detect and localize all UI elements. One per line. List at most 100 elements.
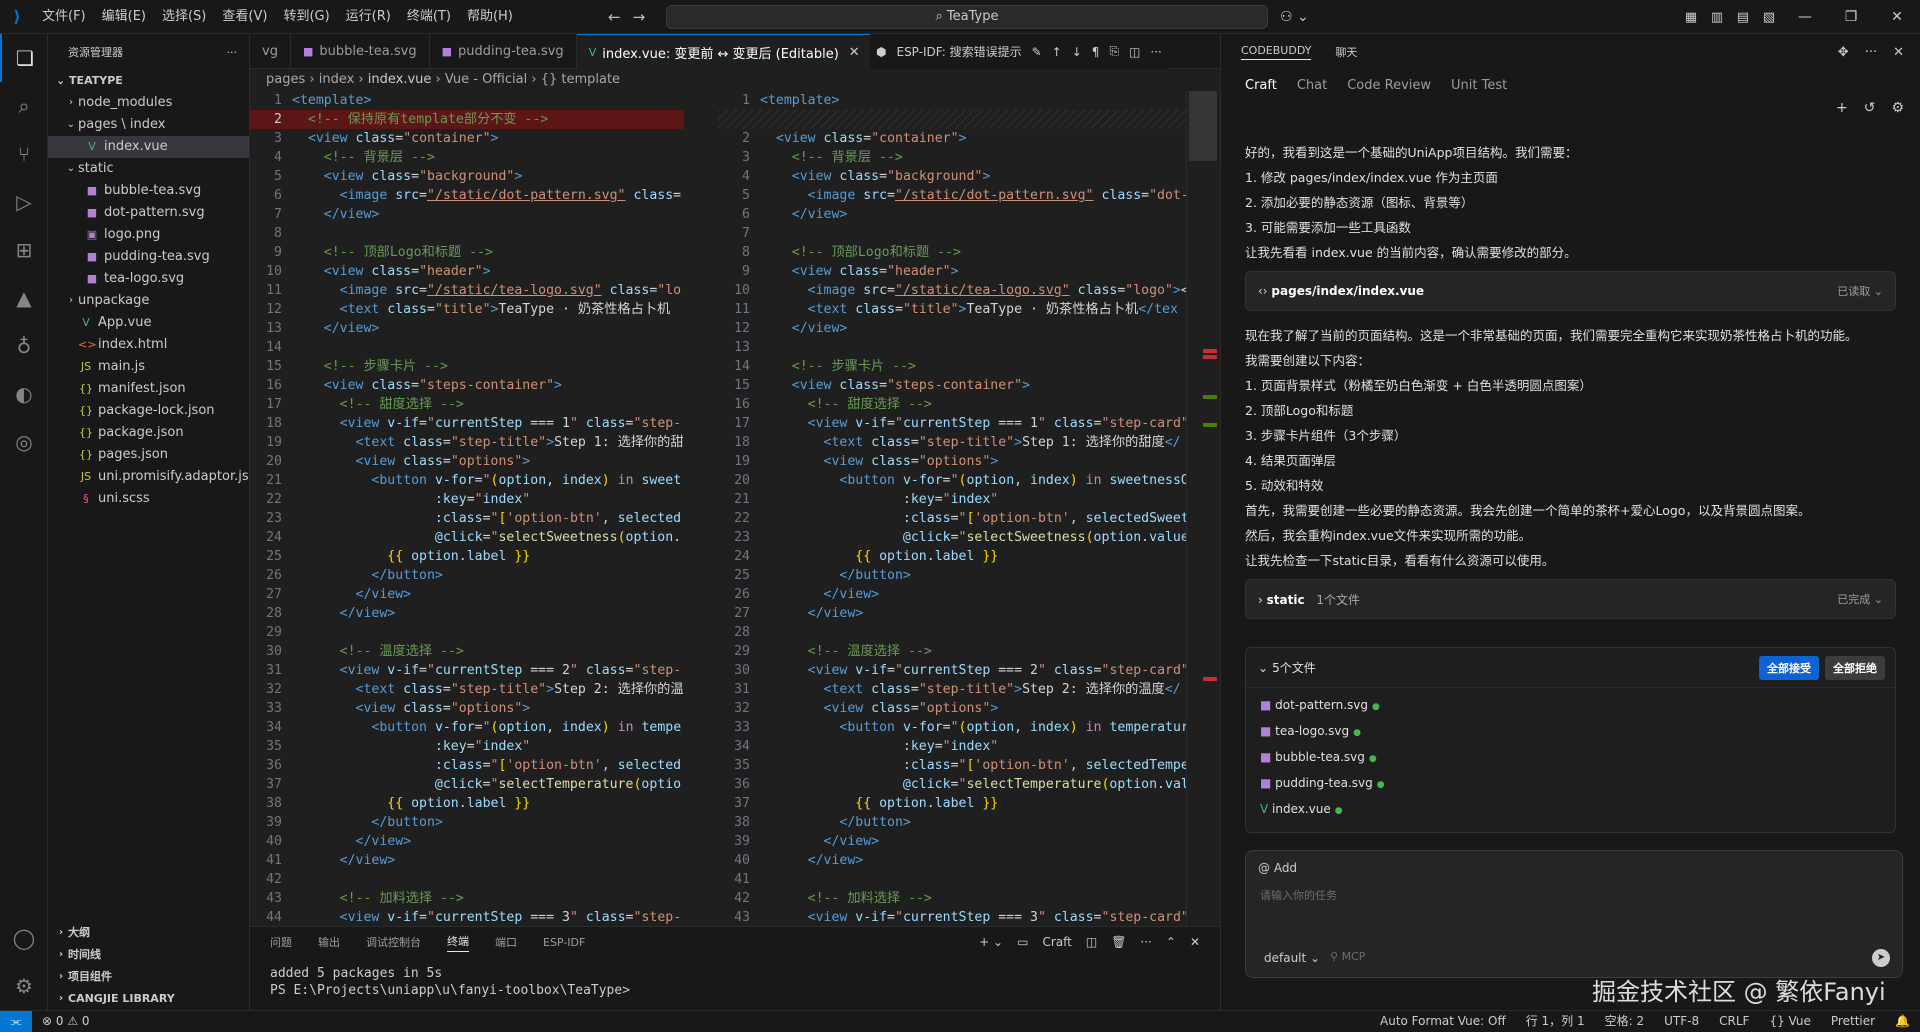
editor-tab[interactable]: ■ bubble-tea.svg (291, 34, 430, 69)
scroll-thumb[interactable] (1189, 91, 1217, 161)
editor-tab[interactable]: Vindex.vue: 变更前 ↔ 变更后 (Editable) ✕ (576, 34, 873, 69)
tab-codebuddy[interactable]: CODEBUDDY (1241, 44, 1312, 60)
toggle-sidebar-icon[interactable]: ▥ (1704, 10, 1730, 25)
minimize-icon[interactable]: — (1782, 9, 1828, 25)
menu-item[interactable]: 查看(V) (214, 0, 275, 34)
tree-item[interactable]: ▣ logo.png (48, 224, 249, 246)
breadcrumb-item[interactable]: {} template (541, 72, 620, 87)
esp-idf-icon[interactable]: ♁ (0, 322, 48, 370)
mcp-button[interactable]: ⚲ MCP (1330, 950, 1365, 963)
chat-mode-tab[interactable]: Craft (1245, 78, 1277, 93)
search-view-icon[interactable]: ⌕ (0, 82, 48, 130)
craft-terminal-label[interactable]: Craft (1042, 935, 1071, 949)
tree-item[interactable]: <> index.html (48, 334, 249, 356)
panel-tab[interactable]: 输出 (318, 934, 340, 950)
menu-item[interactable]: 文件(F) (34, 0, 94, 34)
status-item[interactable]: Auto Format Vue: Off (1380, 1011, 1506, 1032)
breadcrumb-item[interactable]: Vue - Official (445, 72, 527, 87)
more-actions-icon[interactable]: ··· (1140, 935, 1151, 949)
tree-item[interactable]: ⌄ pages \ index (48, 114, 249, 136)
menu-item[interactable]: 终端(T) (399, 0, 459, 34)
menu-item[interactable]: 编辑(E) (94, 0, 154, 34)
add-context-button[interactable]: @ Add (1258, 861, 1297, 875)
sidebar-section[interactable]: › 大纲 (48, 922, 249, 944)
close-icon[interactable]: ✕ (849, 45, 860, 60)
status-item[interactable]: {} Vue (1769, 1011, 1810, 1032)
sidebar-section[interactable]: › 项目组件 (48, 966, 249, 988)
terminal-output[interactable]: added 5 packages in 5s PS E:\Projects\uni… (250, 957, 1220, 1007)
menu-item[interactable]: 选择(S) (154, 0, 214, 34)
tab-chat[interactable]: 聊天 (1335, 44, 1357, 60)
task-input-placeholder[interactable]: 请输入你的任务 (1260, 887, 1337, 903)
diff-modified-pane[interactable]: 1 <template> 2 <view class="container"> 3 <… (718, 91, 1186, 926)
espressif-icon[interactable]: ◎ (0, 418, 48, 466)
chevron-down-icon[interactable]: ⌄ (1258, 661, 1268, 675)
panel-tab[interactable]: 问题 (270, 934, 292, 950)
codebuddy-icon[interactable]: ◐ (0, 370, 48, 418)
folder-card[interactable]: › static 1个文件 已完成 ⌄ (1245, 579, 1896, 619)
open-file-icon[interactable]: ⎘ (1109, 44, 1119, 59)
toggle-secondary-sidebar-icon[interactable]: ▧ (1756, 10, 1782, 25)
tree-item[interactable]: › node_modules (48, 92, 249, 114)
changed-file-item[interactable]: ■ dot-pattern.svg ● (1246, 692, 1895, 718)
panel-tab[interactable]: 终端 (447, 933, 469, 952)
changed-file-item[interactable]: V index.vue ● (1246, 796, 1895, 822)
tree-item[interactable]: ■ pudding-tea.svg (48, 246, 249, 268)
tree-item[interactable]: ■ tea-logo.svg (48, 268, 249, 290)
settings-gear-icon[interactable]: ⚙ (0, 962, 48, 1010)
diff-overview-ruler[interactable] (1186, 91, 1220, 926)
tree-item[interactable]: ■ bubble-tea.svg (48, 180, 249, 202)
command-center-search[interactable]: ⌕ TeaType (666, 5, 1268, 29)
panel-tab[interactable]: ESP-IDF (543, 936, 585, 949)
sidebar-section[interactable]: › CANGJIE LIBRARY (48, 988, 249, 1010)
forward-arrow-icon[interactable]: → (633, 0, 646, 34)
tree-item[interactable]: ■ dot-pattern.svg (48, 202, 249, 224)
panel-tab[interactable]: 调试控制台 (366, 934, 421, 950)
new-chat-icon[interactable]: + (1836, 100, 1848, 116)
more-actions-icon[interactable]: ··· (1150, 45, 1161, 59)
tree-item[interactable]: JS uni.promisify.adaptor.js (48, 466, 249, 488)
problems-indicator[interactable]: ⊗ 0 ⚠ 0 (42, 1011, 90, 1032)
tree-item[interactable]: {} package-lock.json (48, 400, 249, 422)
editor-tab[interactable]: vg (250, 34, 291, 69)
chat-mode-tab[interactable]: Unit Test (1451, 78, 1507, 93)
split-editor-icon[interactable]: ◫ (1129, 45, 1140, 59)
source-control-icon[interactable]: ⑂ (0, 130, 48, 178)
new-terminal-icon[interactable]: + ⌄ (979, 935, 1003, 949)
changed-file-item[interactable]: ■ tea-logo.svg ● (1246, 718, 1895, 744)
chat-input-box[interactable]: @ Add 请输入你的任务 default ⌄ ⚲ MCP ➤ (1245, 850, 1903, 978)
tree-item[interactable]: § uni.scss (48, 488, 249, 510)
editor-tab[interactable]: ■ pudding-tea.svg (430, 34, 577, 69)
split-terminal-icon[interactable]: ◫ (1086, 935, 1097, 949)
panel-tab[interactable]: 端口 (495, 934, 517, 950)
settings-icon[interactable]: ⚙ (1891, 100, 1904, 116)
run-debug-icon[interactable]: ▷ (0, 178, 48, 226)
mode-select[interactable]: default ⌄ (1264, 951, 1320, 965)
breadcrumb-item[interactable]: index.vue (368, 72, 432, 87)
layout-customize-icon[interactable]: ▦ (1678, 10, 1704, 25)
copilot-icon[interactable]: ⚇ ⌄ (1280, 0, 1309, 34)
menu-item[interactable]: 转到(G) (275, 0, 337, 34)
tree-item[interactable]: ⌄ static (48, 158, 249, 180)
remote-icon[interactable]: ⫘ (0, 1011, 32, 1032)
changed-file-item[interactable]: ■ bubble-tea.svg ● (1246, 744, 1895, 770)
move-icon[interactable]: ✥ (1838, 45, 1849, 60)
status-item[interactable]: 行 1，列 1 (1526, 1011, 1585, 1032)
cangjie-icon[interactable]: ▲ (0, 274, 48, 322)
tree-item[interactable]: JS main.js (48, 356, 249, 378)
close-icon[interactable]: ✕ (1893, 45, 1904, 60)
changed-file-item[interactable]: ■ pudding-tea.svg ● (1246, 770, 1895, 796)
sidebar-section[interactable]: › 时间线 (48, 944, 249, 966)
whitespace-icon[interactable]: ¶ (1092, 45, 1100, 59)
tree-item[interactable]: {} package.json (48, 422, 249, 444)
extensions-icon[interactable]: ⊞ (0, 226, 48, 274)
trash-icon[interactable]: 🗑 (1111, 935, 1126, 949)
status-item[interactable]: UTF-8 (1664, 1011, 1699, 1032)
esp-idf-action[interactable]: ESP-IDF: 搜索错误提示 (896, 43, 1021, 60)
tree-item[interactable]: {} manifest.json (48, 378, 249, 400)
tree-item[interactable]: V App.vue (48, 312, 249, 334)
accept-all-button[interactable]: 全部接受 (1759, 656, 1819, 680)
edit-pencil-icon[interactable]: ✎ (1032, 45, 1042, 59)
explorer-icon[interactable]: ❏ (0, 34, 48, 82)
close-window-icon[interactable]: ✕ (1874, 9, 1920, 25)
